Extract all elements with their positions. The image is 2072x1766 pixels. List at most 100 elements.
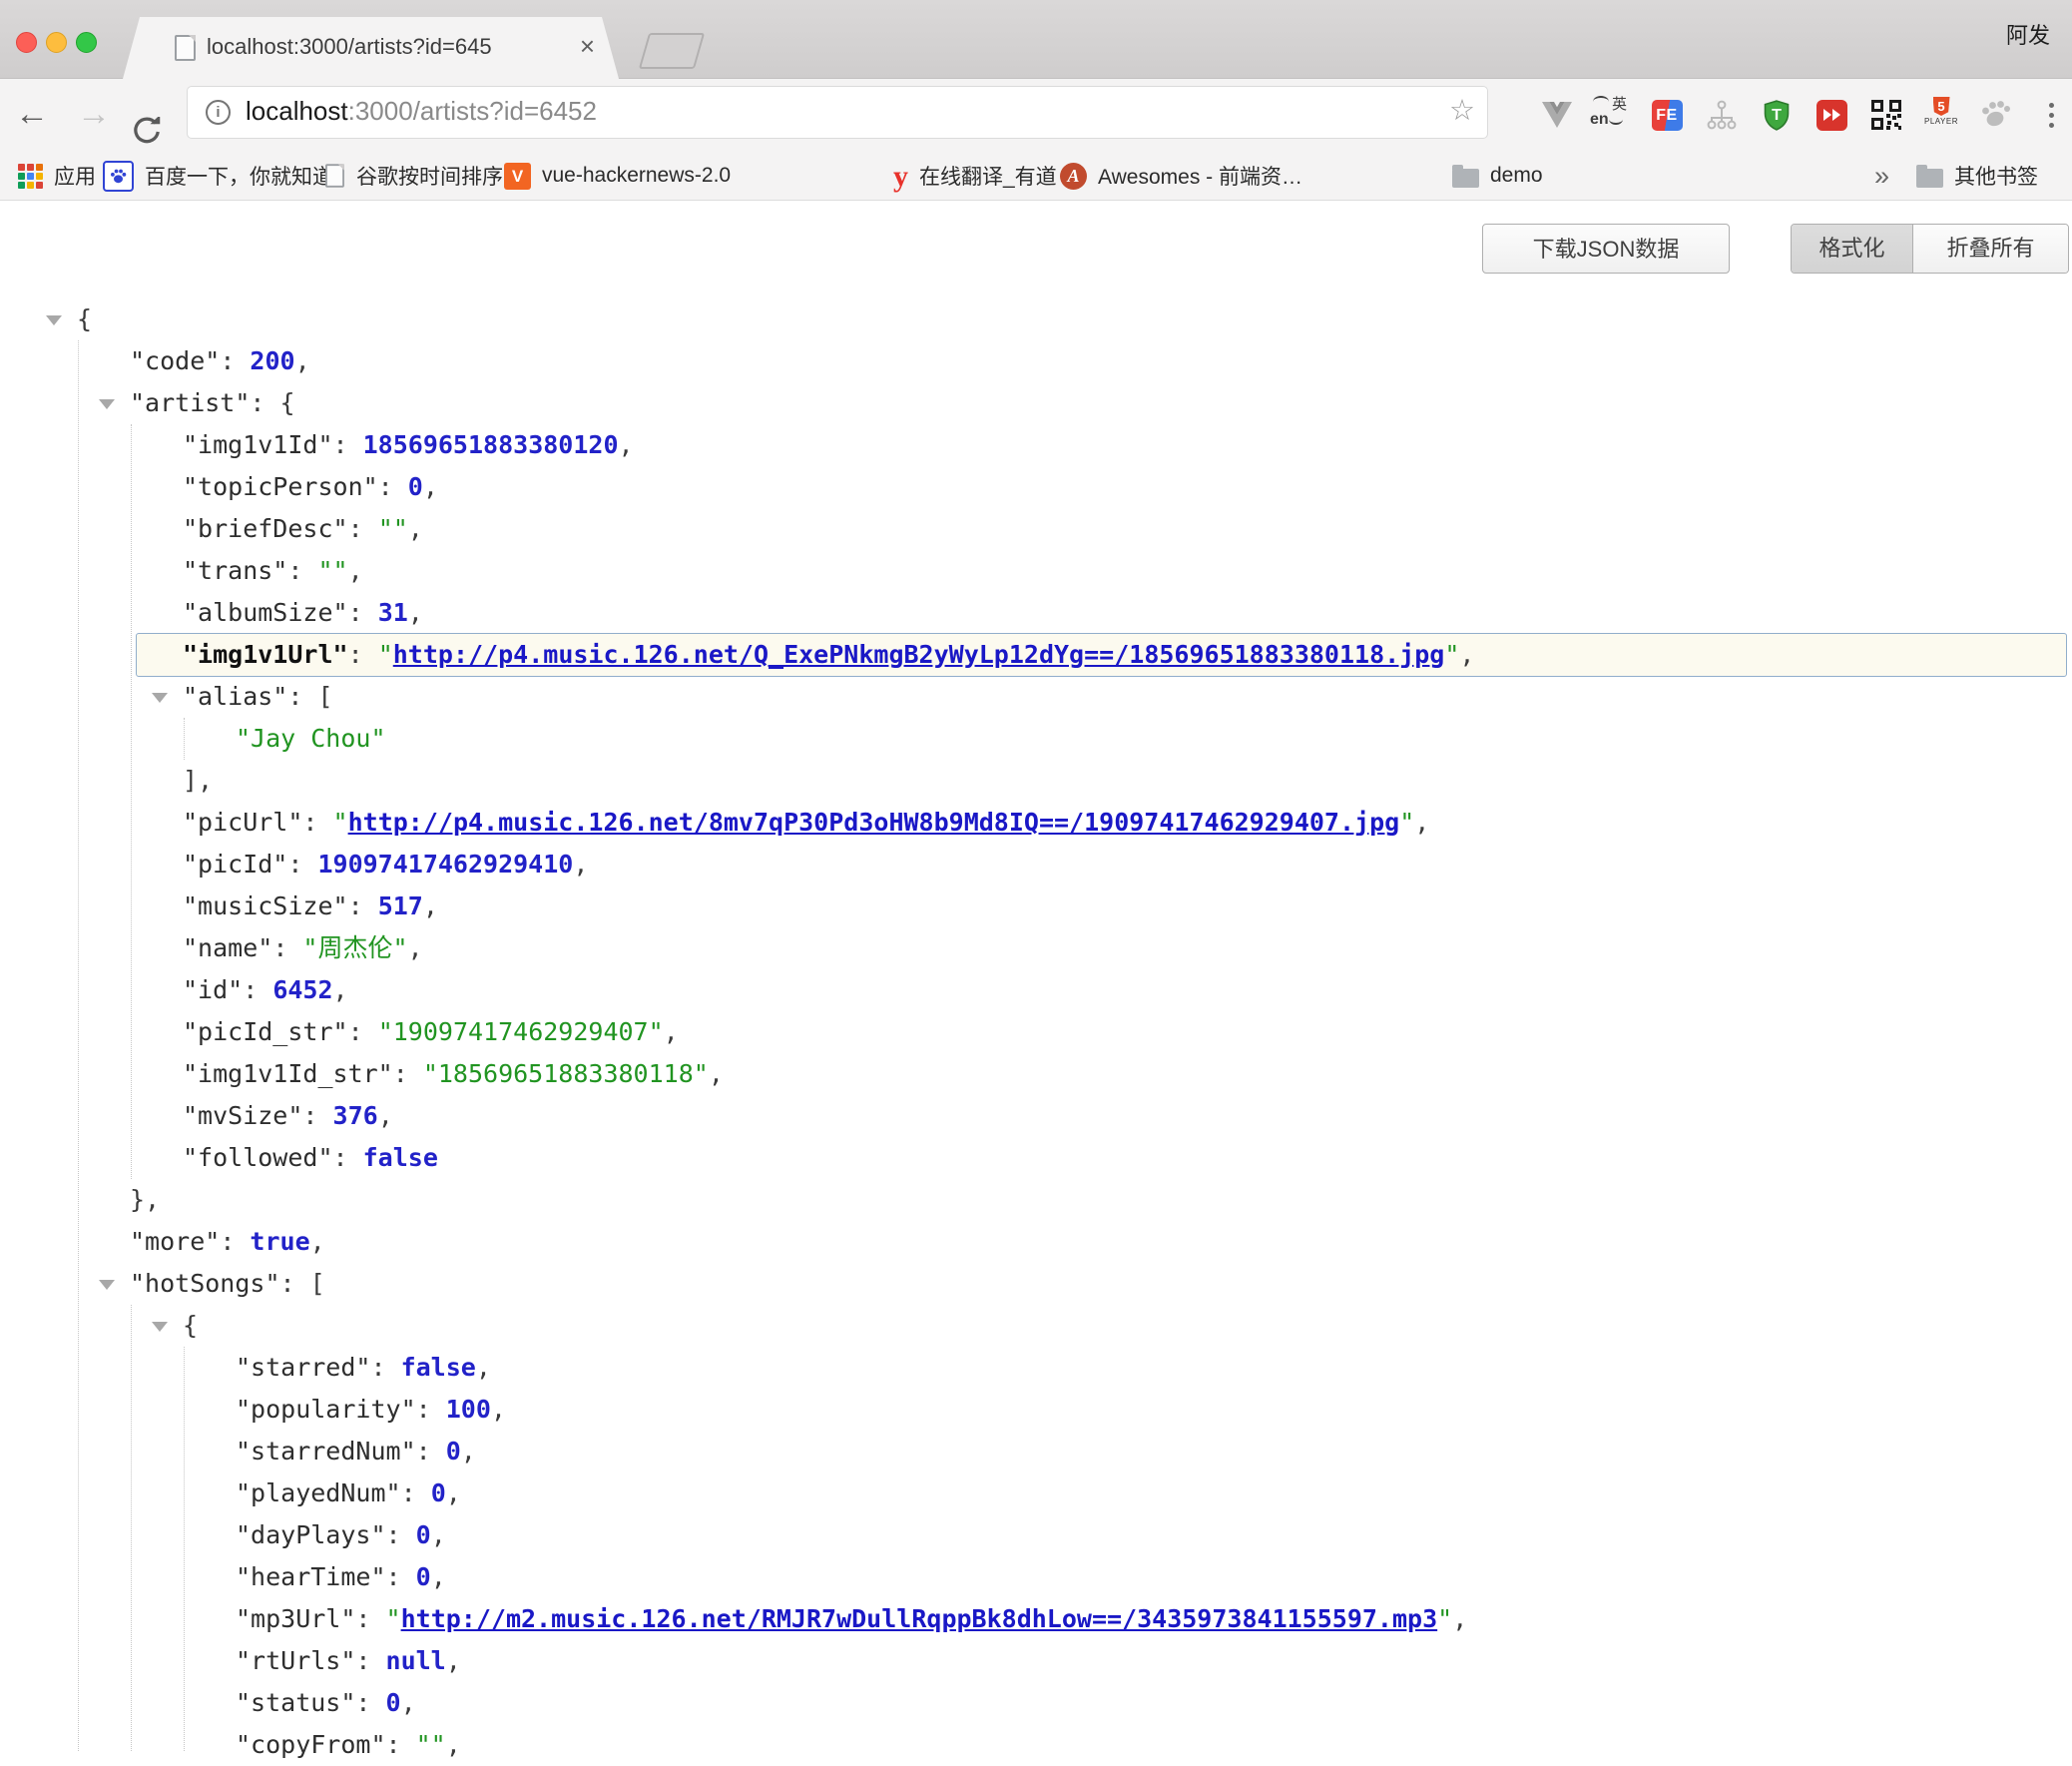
json-token: 0 bbox=[431, 1478, 446, 1507]
bookmark-baidu[interactable]: 百度一下，你就知道 bbox=[103, 152, 333, 200]
collapse-arrow-icon[interactable] bbox=[152, 1322, 168, 1332]
download-json-button[interactable]: 下载JSON数据 bbox=[1482, 224, 1730, 274]
json-line: { bbox=[0, 1305, 2072, 1347]
json-token: 376 bbox=[333, 1101, 378, 1130]
h5-glyph: 5 bbox=[1933, 97, 1950, 116]
fehelper-icon[interactable]: FE bbox=[1645, 93, 1689, 137]
json-token: " bbox=[333, 808, 348, 837]
bookmark-youdao[interactable]: y 在线翻译_有道 bbox=[893, 152, 1057, 200]
reload-icon[interactable] bbox=[132, 101, 162, 131]
json-line: "artist": { bbox=[0, 382, 2072, 424]
json-line: "alias": [ bbox=[0, 676, 2072, 718]
new-tab-button[interactable] bbox=[639, 33, 705, 69]
collapse-arrow-icon[interactable] bbox=[46, 315, 62, 325]
json-token: : bbox=[220, 346, 250, 375]
json-token: : bbox=[348, 891, 378, 920]
other-bookmarks-label: 其他书签 bbox=[1954, 161, 2038, 191]
collapse-arrow-icon[interactable] bbox=[152, 693, 168, 703]
collapse-all-button[interactable]: 折叠所有 bbox=[1913, 225, 2068, 273]
json-token: ], bbox=[183, 766, 213, 795]
window-zoom-button[interactable] bbox=[76, 32, 97, 53]
json-token: "artist" bbox=[130, 388, 250, 417]
json-token: : bbox=[287, 556, 317, 585]
translate-icon[interactable]: 英 en bbox=[1590, 93, 1634, 137]
json-token: "hotSongs" bbox=[130, 1269, 280, 1298]
json-token: , bbox=[431, 1562, 446, 1591]
qr-code-icon[interactable] bbox=[1864, 93, 1908, 137]
json-token: " bbox=[378, 640, 393, 669]
json-token: 200 bbox=[250, 346, 294, 375]
translate-en-glyph: en bbox=[1590, 111, 1609, 129]
json-token: "playedNum" bbox=[236, 1478, 401, 1507]
window-minimize-button[interactable] bbox=[46, 32, 67, 53]
json-token: }, bbox=[130, 1185, 160, 1214]
bookmarks-bar: 应用 百度一下，你就知道 谷歌按时间排序 V vue-hackernews-2.… bbox=[0, 152, 2072, 201]
json-line: ], bbox=[0, 760, 2072, 802]
other-bookmarks[interactable]: 其他书签 bbox=[1916, 152, 2038, 200]
tab-strip: localhost:3000/artists?id=645 × 阿发 bbox=[0, 0, 2072, 79]
format-button[interactable]: 格式化 bbox=[1792, 225, 1913, 273]
json-line: "img1v1Id": 18569651883380120, bbox=[0, 424, 2072, 466]
json-line: "code": 200, bbox=[0, 340, 2072, 382]
json-token: true bbox=[250, 1227, 309, 1256]
bookmark-google-sort[interactable]: 谷歌按时间排序 bbox=[324, 152, 503, 200]
bookmark-demo-folder[interactable]: demo bbox=[1452, 152, 1543, 200]
json-link[interactable]: http://p4.music.126.net/8mv7qP30Pd3oHW8b… bbox=[348, 808, 1400, 837]
json-token: 0 bbox=[408, 472, 423, 501]
window-close-button[interactable] bbox=[16, 32, 37, 53]
json-line: "playedNum": 0, bbox=[0, 1472, 2072, 1514]
fehelper-glyph: FE bbox=[1652, 100, 1683, 131]
apps-grid-icon bbox=[18, 164, 43, 189]
json-line: "status": 0, bbox=[0, 1682, 2072, 1724]
json-token: " bbox=[1444, 640, 1459, 669]
json-token: "topicPerson" bbox=[183, 472, 378, 501]
vue-devtools-icon[interactable] bbox=[1535, 93, 1579, 137]
collapse-arrow-icon[interactable] bbox=[99, 1280, 115, 1290]
info-icon[interactable]: i bbox=[206, 100, 231, 125]
sitemap-icon[interactable] bbox=[1700, 93, 1744, 137]
json-token: , bbox=[476, 1353, 491, 1382]
json-token: "starred" bbox=[236, 1353, 370, 1382]
tab-title: localhost:3000/artists?id=645 bbox=[207, 17, 594, 79]
bookmark-label: 在线翻译_有道 bbox=[919, 161, 1057, 191]
json-line: "albumSize": 31, bbox=[0, 592, 2072, 634]
json-token: "" bbox=[416, 1730, 446, 1759]
browser-menu-icon[interactable] bbox=[2029, 93, 2072, 137]
bookmark-label: vue-hackernews-2.0 bbox=[542, 164, 731, 188]
bookmark-awesomes[interactable]: A Awesomes - 前端资… bbox=[1060, 152, 1302, 200]
bookmarks-overflow-chevron[interactable]: » bbox=[1874, 152, 1889, 200]
json-token: "18569651883380118" bbox=[423, 1059, 709, 1088]
video-speed-icon[interactable] bbox=[1810, 93, 1853, 137]
json-token: "" bbox=[378, 514, 408, 543]
h5-player-icon[interactable]: 5 PLAYER bbox=[1919, 93, 1963, 137]
bookmark-apps[interactable]: 应用 bbox=[18, 152, 96, 200]
bookmark-star-icon[interactable]: ☆ bbox=[1449, 87, 1475, 138]
paw-icon[interactable] bbox=[1974, 93, 2018, 137]
youdao-y-icon: y bbox=[893, 163, 908, 190]
json-token: : bbox=[302, 808, 332, 837]
baidu-paw-icon bbox=[103, 161, 134, 192]
forward-icon: → bbox=[72, 79, 116, 152]
url-bar[interactable]: i localhost:3000/artists?id=6452 ☆ bbox=[187, 86, 1488, 139]
json-link[interactable]: http://m2.music.126.net/RMJR7wDullRqppBk… bbox=[401, 1604, 1438, 1633]
collapse-arrow-icon[interactable] bbox=[99, 399, 115, 409]
json-token: "img1v1Id" bbox=[183, 430, 333, 459]
url-text[interactable]: localhost:3000/artists?id=6452 bbox=[246, 87, 597, 138]
json-token: : bbox=[287, 850, 317, 879]
json-token: "Jay Chou" bbox=[236, 724, 386, 753]
bookmark-vue-hackernews[interactable]: V vue-hackernews-2.0 bbox=[504, 152, 731, 200]
json-token: , bbox=[573, 850, 588, 879]
json-token: , bbox=[1459, 640, 1474, 669]
json-token: 0 bbox=[446, 1437, 461, 1466]
back-icon[interactable]: ← bbox=[10, 79, 54, 152]
json-link[interactable]: http://p4.music.126.net/Q_ExePNkmgB2yWyL… bbox=[393, 640, 1445, 669]
shield-icon[interactable]: T bbox=[1755, 93, 1799, 137]
json-token: , bbox=[348, 556, 363, 585]
json-line: "more": true, bbox=[0, 1221, 2072, 1263]
json-token: "19097417462929407" bbox=[378, 1017, 664, 1046]
json-token: : bbox=[355, 1646, 385, 1675]
profile-name[interactable]: 阿发 bbox=[2006, 0, 2050, 78]
tab-close-icon[interactable]: × bbox=[580, 17, 595, 79]
json-token: : bbox=[348, 598, 378, 627]
browser-tab[interactable]: localhost:3000/artists?id=645 × bbox=[123, 17, 619, 79]
